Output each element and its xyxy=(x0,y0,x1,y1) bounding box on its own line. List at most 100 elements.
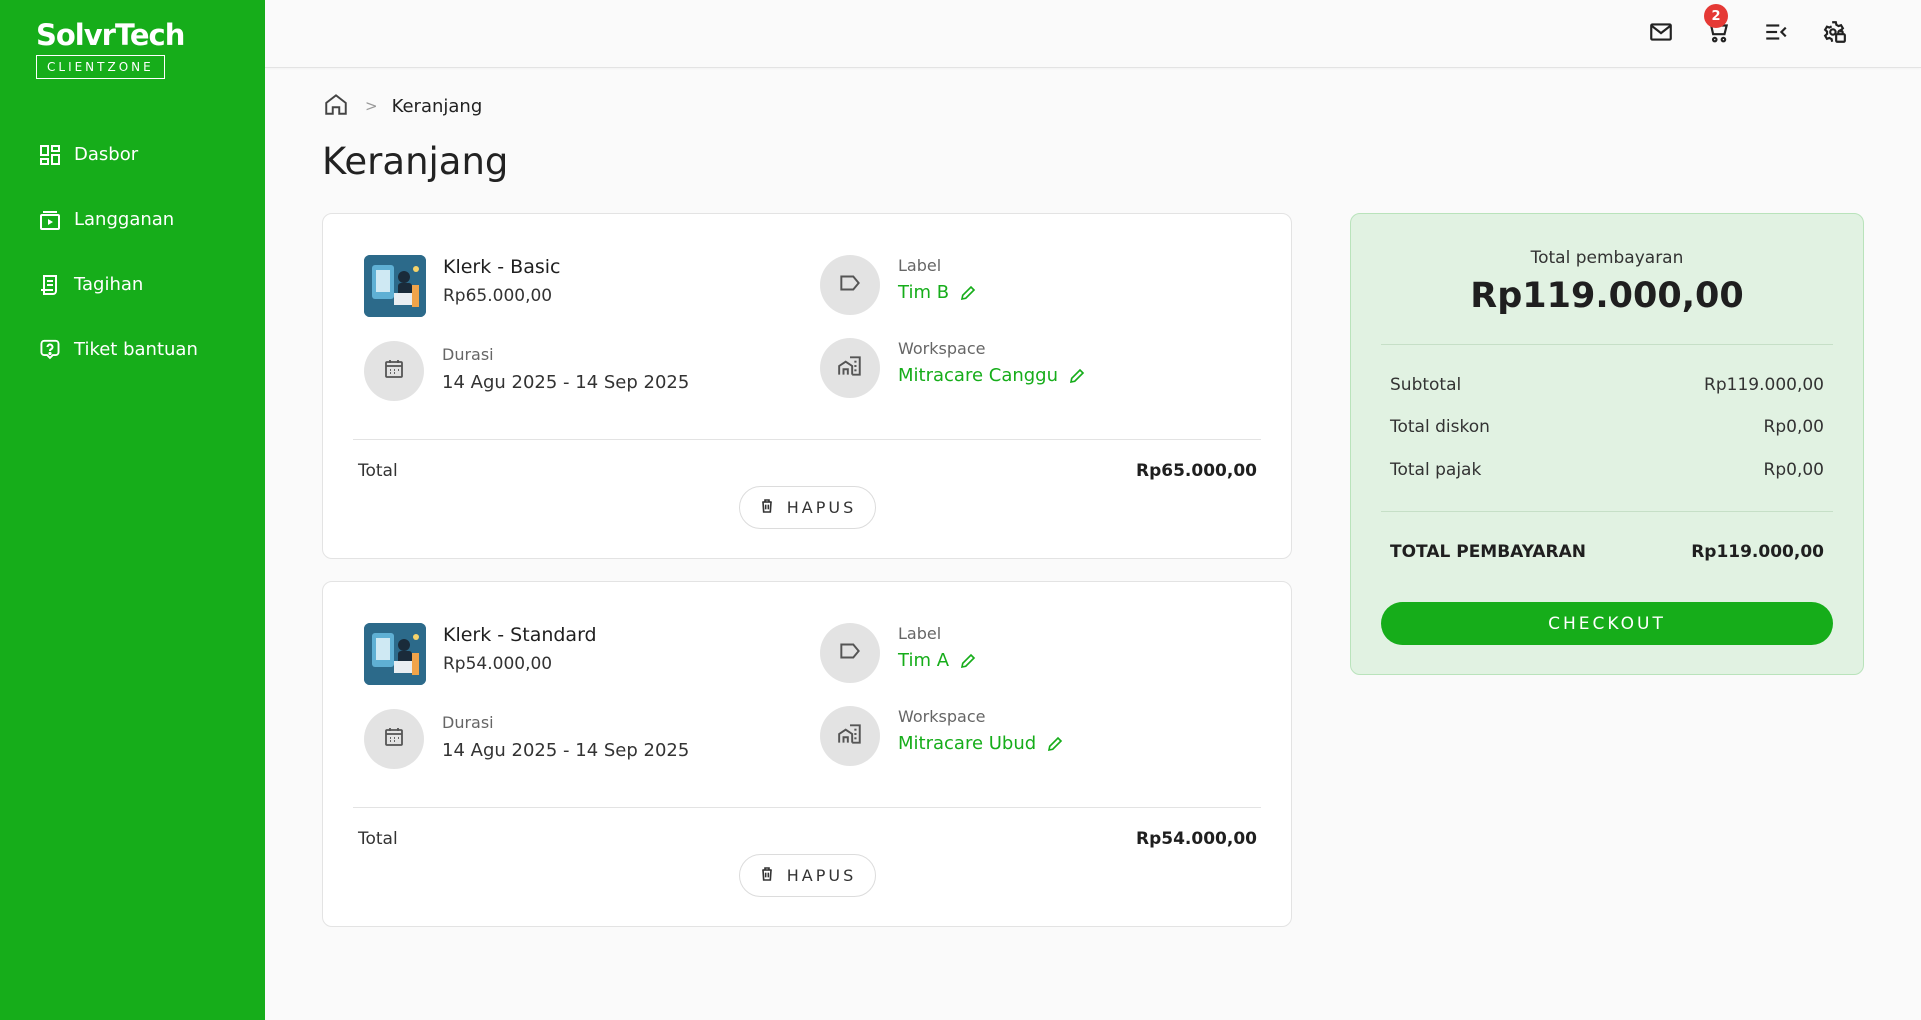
workspace-value: Mitracare Canggu xyxy=(898,365,1086,386)
sidebar-item-tagihan[interactable]: Tagihan xyxy=(36,252,251,317)
settings-icon xyxy=(1821,19,1847,49)
tag-icon xyxy=(837,270,863,300)
duration-icon-circle xyxy=(364,341,424,401)
brand-logo[interactable]: SolvrTech CLIENTZONE xyxy=(36,18,185,79)
subtotal-label: Subtotal xyxy=(1390,375,1462,395)
sidebar-item-label: Dasbor xyxy=(74,144,139,165)
edit-workspace-icon[interactable] xyxy=(1046,735,1064,753)
duration-caption: Durasi xyxy=(442,713,494,732)
sidebar: SolvrTech CLIENTZONE Dasbor Langganan Ta… xyxy=(0,0,265,1020)
mail-button[interactable] xyxy=(1645,18,1677,50)
label-icon-circle xyxy=(820,255,880,315)
breadcrumb: > Keranjang xyxy=(323,92,482,120)
dashboard-icon xyxy=(36,141,64,169)
tag-icon xyxy=(837,638,863,668)
tax-label: Total pajak xyxy=(1390,460,1482,480)
brand-name: SolvrTech xyxy=(36,18,185,52)
sidebar-item-label: Tiket bantuan xyxy=(74,339,198,360)
sidebar-item-label: Langganan xyxy=(74,209,175,230)
settings-button[interactable] xyxy=(1818,18,1850,50)
label-text: Tim A xyxy=(898,650,950,671)
duration-icon-circle xyxy=(364,709,424,769)
summary-caption: Total pembayaran xyxy=(1530,248,1684,268)
workspace-icon-circle xyxy=(820,706,880,766)
trash-icon xyxy=(759,497,787,519)
cart-button[interactable]: 2 xyxy=(1702,4,1734,50)
product-name: Klerk - Standard xyxy=(443,624,597,646)
product-price: Rp54.000,00 xyxy=(443,654,553,674)
calendar-icon xyxy=(382,357,406,385)
checkout-button[interactable]: CHECKOUT xyxy=(1381,602,1833,645)
summary-amount: Rp119.000,00 xyxy=(1470,276,1744,316)
workspace-caption: Workspace xyxy=(898,339,986,358)
item-total-value: Rp65.000,00 xyxy=(1136,461,1257,481)
product-name: Klerk - Basic xyxy=(443,256,561,278)
sidebar-nav: Dasbor Langganan Tagihan Tiket bantuan xyxy=(36,122,251,382)
workspace-icon-circle xyxy=(820,338,880,398)
label-value: Tim A xyxy=(898,650,977,671)
subtotal-value: Rp119.000,00 xyxy=(1704,375,1824,395)
cart-item-card: Klerk - Basic Rp65.000,00 Durasi 14 Agu … xyxy=(322,213,1292,559)
summary-divider xyxy=(1381,511,1833,512)
home-icon[interactable] xyxy=(323,91,349,121)
duration-value: 14 Agu 2025 - 14 Sep 2025 xyxy=(442,372,690,393)
delete-label: HAPUS xyxy=(786,866,857,885)
tax-row: Total pajak Rp0,00 xyxy=(1390,460,1824,480)
workspace-text: Mitracare Canggu xyxy=(898,365,1059,386)
product-price: Rp65.000,00 xyxy=(443,286,553,306)
summary-divider xyxy=(1381,344,1833,345)
card-divider xyxy=(353,439,1261,440)
duration-value: 14 Agu 2025 - 14 Sep 2025 xyxy=(442,740,690,761)
menu-collapse-icon xyxy=(1763,19,1789,49)
label-text: Tim B xyxy=(898,282,950,303)
delete-item-button[interactable]: HAPUS xyxy=(739,854,876,897)
sidebar-item-tiket-bantuan[interactable]: Tiket bantuan xyxy=(36,317,251,382)
workspace-value: Mitracare Ubud xyxy=(898,733,1064,754)
building-icon xyxy=(837,721,863,751)
delete-label: HAPUS xyxy=(786,498,857,517)
label-value: Tim B xyxy=(898,282,977,303)
item-total-value: Rp54.000,00 xyxy=(1136,829,1257,849)
sidebar-item-label: Tagihan xyxy=(74,274,144,295)
card-divider xyxy=(353,807,1261,808)
tax-value: Rp0,00 xyxy=(1763,460,1824,480)
product-thumbnail xyxy=(364,623,426,685)
sidebar-item-langganan[interactable]: Langganan xyxy=(36,187,251,252)
help-icon xyxy=(36,336,64,364)
trash-icon xyxy=(759,865,787,887)
cart-item-card: Klerk - Standard Rp54.000,00 Durasi 14 A… xyxy=(322,581,1292,927)
menu-collapse-button[interactable] xyxy=(1760,18,1792,50)
edit-label-icon[interactable] xyxy=(959,284,977,302)
label-caption: Label xyxy=(898,624,942,643)
topbar: 2 xyxy=(265,0,1921,68)
subscription-icon xyxy=(36,206,64,234)
mail-icon xyxy=(1648,19,1674,49)
grand-total-label: TOTAL PEMBAYARAN xyxy=(1390,542,1587,562)
payment-summary: Total pembayaran Rp119.000,00 Subtotal R… xyxy=(1350,213,1864,675)
discount-value: Rp0,00 xyxy=(1763,417,1824,437)
product-thumbnail xyxy=(364,255,426,317)
workspace-text: Mitracare Ubud xyxy=(898,733,1037,754)
breadcrumb-separator: > xyxy=(365,97,378,115)
duration-caption: Durasi xyxy=(442,345,494,364)
discount-row: Total diskon Rp0,00 xyxy=(1390,417,1824,437)
delete-item-button[interactable]: HAPUS xyxy=(739,486,876,529)
item-total-label: Total xyxy=(358,829,398,849)
edit-workspace-icon[interactable] xyxy=(1068,367,1086,385)
item-total-label: Total xyxy=(358,461,398,481)
calendar-icon xyxy=(382,725,406,753)
page-title: Keranjang xyxy=(322,140,509,183)
workspace-caption: Workspace xyxy=(898,707,986,726)
invoice-icon xyxy=(36,271,64,299)
label-caption: Label xyxy=(898,256,942,275)
edit-label-icon[interactable] xyxy=(959,652,977,670)
subtotal-row: Subtotal Rp119.000,00 xyxy=(1390,375,1824,395)
discount-label: Total diskon xyxy=(1390,417,1490,437)
cart-count-badge: 2 xyxy=(1704,4,1728,28)
grand-total-row: TOTAL PEMBAYARAN Rp119.000,00 xyxy=(1390,542,1824,562)
brand-sub: CLIENTZONE xyxy=(36,55,165,79)
breadcrumb-current: Keranjang xyxy=(391,95,483,117)
building-icon xyxy=(837,353,863,383)
label-icon-circle xyxy=(820,623,880,683)
sidebar-item-dasbor[interactable]: Dasbor xyxy=(36,122,251,187)
